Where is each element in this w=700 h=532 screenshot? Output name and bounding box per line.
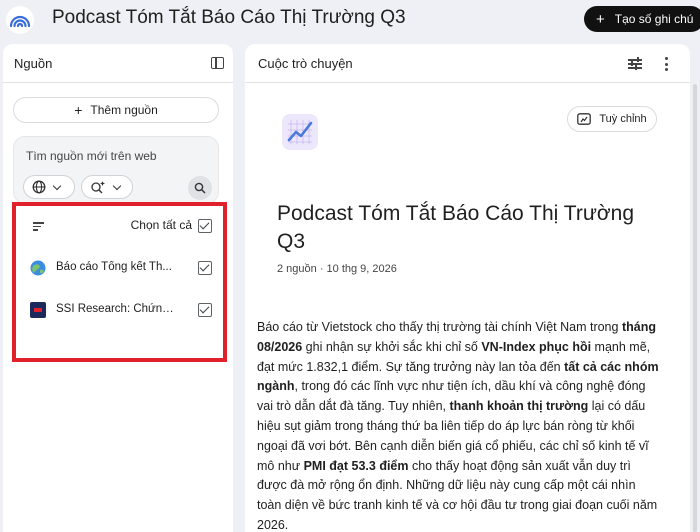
tune-icon[interactable] (628, 57, 642, 70)
notebook-logo-icon[interactable] (6, 6, 34, 34)
note-body-highlight: thanh khoản thị trường (449, 399, 589, 414)
globe-favicon-icon (30, 260, 46, 276)
plus-icon: + (596, 10, 605, 28)
search-source-dropdown[interactable] (23, 175, 75, 199)
search-icon (194, 182, 206, 194)
chat-panel-title: Cuộc trò chuyện (258, 56, 353, 71)
filter-icon[interactable] (33, 222, 44, 231)
create-note-button[interactable]: + Tạo số ghi chú (584, 6, 700, 32)
scrollbar[interactable] (693, 84, 697, 532)
web-search-input[interactable]: Tìm nguồn mới trên web (26, 149, 157, 163)
sparkle-search-icon (91, 181, 105, 194)
chevron-down-icon (112, 181, 122, 190)
customize-icon (577, 113, 592, 125)
plus-icon: + (74, 102, 83, 118)
notebook-title[interactable]: Podcast Tóm Tắt Báo Cáo Thị Trường Q3 (52, 7, 406, 29)
ssi-favicon-icon (30, 302, 46, 318)
select-all-label: Chọn tất cả (130, 218, 192, 232)
note-body: Báo cáo từ Vietstock cho thấy thị trường… (257, 318, 662, 532)
note-body-highlight: VN-Index phục hồi (481, 339, 592, 354)
sources-panel-title: Nguồn (14, 56, 53, 71)
customize-button[interactable]: Tuỳ chỉnh (567, 106, 657, 132)
sources-panel: Nguồn + Thêm nguồn Tìm nguồn mới trên we… (3, 44, 233, 532)
more-options-icon[interactable] (665, 57, 669, 71)
note-body-highlight: PMI đạt 53.3 điểm (303, 458, 409, 473)
source-item-checkbox[interactable] (198, 303, 212, 317)
note-meta: 2 nguồn · 10 thg 9, 2026 (277, 263, 397, 275)
add-source-button[interactable]: + Thêm nguồn (13, 97, 219, 123)
select-all-checkbox[interactable] (198, 219, 212, 233)
source-item-label: Báo cáo Tổng kết Th... (56, 261, 172, 273)
chat-panel: Cuộc trò chuyện Tuỳ chỉnh Podcast Tóm Tắ… (245, 44, 690, 532)
chevron-down-icon (52, 181, 62, 190)
source-item[interactable]: Báo cáo Tổng kết Th... (16, 256, 223, 280)
note-body-text: ghi nhận sự khởi sắc khi chỉ số (302, 339, 482, 354)
note-body-text: Báo cáo từ Vietstock cho thấy thị trường… (257, 320, 622, 334)
source-item-label: SSI Research: Chứng... (56, 303, 176, 315)
customize-label: Tuỳ chỉnh (599, 113, 647, 125)
web-search-card: Tìm nguồn mới trên web (13, 136, 219, 204)
collapse-panel-icon[interactable] (211, 57, 224, 69)
select-all-row[interactable]: Chọn tất cả (16, 214, 223, 238)
search-mode-dropdown[interactable] (81, 175, 133, 199)
top-bar: Podcast Tóm Tắt Báo Cáo Thị Trường Q3 + … (0, 0, 700, 40)
globe-icon (32, 180, 46, 194)
source-item[interactable]: SSI Research: Chứng... (16, 298, 223, 322)
panel-divider (245, 82, 690, 83)
source-item-checkbox[interactable] (198, 261, 212, 275)
panel-divider (3, 82, 233, 83)
source-list-highlight: Chọn tất cả Báo cáo Tổng kết Th... SSI R… (12, 202, 227, 362)
chart-line-icon (282, 114, 318, 150)
add-source-label: Thêm nguồn (90, 103, 158, 117)
note-title: Podcast Tóm Tắt Báo Cáo Thị Trường Q3 (277, 202, 634, 253)
create-note-label: Tạo số ghi chú (614, 12, 694, 26)
search-button[interactable] (188, 176, 212, 200)
